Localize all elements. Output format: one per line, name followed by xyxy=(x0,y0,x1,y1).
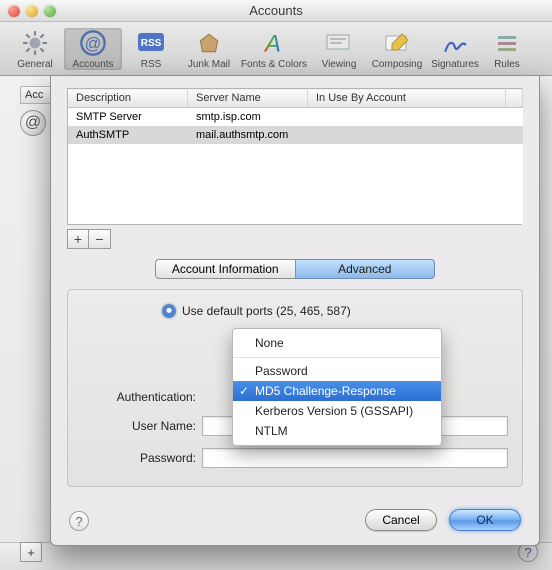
toolbar-item-label: General xyxy=(6,59,64,70)
account-add-remove: + xyxy=(20,542,42,562)
toolbar-item-rss[interactable]: RSS RSS xyxy=(122,28,180,70)
toolbar-item-label: RSS xyxy=(122,59,180,70)
authentication-label: Authentication: xyxy=(82,390,202,404)
server-add-button[interactable]: + xyxy=(67,229,89,249)
password-row: Password: xyxy=(82,448,508,468)
col-description[interactable]: Description xyxy=(68,89,188,108)
toolbar-item-label: Signatures xyxy=(426,59,484,70)
signatures-icon xyxy=(426,28,484,58)
radio-selected-icon[interactable] xyxy=(162,304,176,318)
account-avatar-icon[interactable]: @ xyxy=(20,110,46,136)
viewing-icon xyxy=(310,28,368,58)
minimize-icon[interactable] xyxy=(26,5,38,17)
toolbar-item-accounts[interactable]: @ Accounts xyxy=(64,28,122,70)
svg-text:A: A xyxy=(263,30,281,55)
auth-option-none[interactable]: None xyxy=(233,333,441,353)
auth-option-password[interactable]: Password xyxy=(233,357,441,381)
table-row[interactable]: SMTP Server smtp.isp.com xyxy=(68,108,523,127)
toolbar-item-label: Accounts xyxy=(64,59,122,70)
rules-icon xyxy=(484,28,530,58)
ports-label: Use default ports (25, 465, 587) xyxy=(182,304,351,318)
toolbar-item-fonts[interactable]: A Fonts & Colors xyxy=(238,28,310,70)
toolbar-item-label: Composing xyxy=(368,59,426,70)
toolbar-item-label: Viewing xyxy=(310,59,368,70)
auth-option-md5[interactable]: MD5 Challenge-Response xyxy=(233,381,441,401)
toolbar-item-label: Junk Mail xyxy=(180,59,238,70)
sheet-tabs: Account Information Advanced xyxy=(155,259,435,279)
smtp-server-table[interactable]: Description Server Name In Use By Accoun… xyxy=(67,88,523,225)
gear-icon xyxy=(6,28,64,58)
authentication-dropdown[interactable]: None Password MD5 Challenge-Response Ker… xyxy=(232,328,442,446)
table-row[interactable]: AuthSMTP mail.authsmtp.com xyxy=(68,126,523,144)
zoom-icon[interactable] xyxy=(44,5,56,17)
password-field[interactable] xyxy=(202,448,508,468)
auth-option-kerberos[interactable]: Kerberos Version 5 (GSSAPI) xyxy=(233,401,441,421)
window-title: Accounts xyxy=(0,3,552,18)
ok-button[interactable]: OK xyxy=(449,509,521,531)
sheet-help-button[interactable]: ? xyxy=(69,511,89,531)
account-add-button[interactable]: + xyxy=(20,542,42,562)
smtp-server-sheet: Description Server Name In Use By Accoun… xyxy=(50,76,540,546)
advanced-form: Use default ports (25, 465, 587) None Pa… xyxy=(67,289,523,487)
fonts-icon: A xyxy=(238,28,310,58)
password-label: Password: xyxy=(82,451,202,465)
toolbar-item-label: Fonts & Colors xyxy=(238,59,310,70)
composing-icon xyxy=(368,28,426,58)
tab-advanced[interactable]: Advanced xyxy=(296,259,436,279)
at-icon: @ xyxy=(64,28,122,58)
toolbar-item-rules[interactable]: Rules xyxy=(484,28,530,70)
toolbar-item-signatures[interactable]: Signatures xyxy=(426,28,484,70)
toolbar-item-junk[interactable]: Junk Mail xyxy=(180,28,238,70)
col-inuse[interactable]: In Use By Account xyxy=(308,89,506,108)
toolbar-item-viewing[interactable]: Viewing xyxy=(310,28,368,70)
footer-bar xyxy=(0,542,552,570)
server-add-remove: + − xyxy=(67,229,523,249)
window-titlebar: Accounts xyxy=(0,0,552,22)
traffic-lights xyxy=(8,5,56,17)
tab-account-information[interactable]: Account Information xyxy=(155,259,296,279)
table-empty xyxy=(68,144,523,224)
svg-text:RSS: RSS xyxy=(141,38,162,49)
rss-icon: RSS xyxy=(122,28,180,58)
svg-text:@: @ xyxy=(85,34,102,52)
col-extra xyxy=(506,89,523,108)
preferences-toolbar: General @ Accounts RSS RSS Junk Mail A F… xyxy=(0,22,552,76)
ports-radio-row[interactable]: Use default ports (25, 465, 587) xyxy=(162,304,508,318)
username-label: User Name: xyxy=(82,419,202,433)
sheet-button-row: Cancel OK xyxy=(365,509,521,531)
auth-option-ntlm[interactable]: NTLM xyxy=(233,421,441,441)
close-icon[interactable] xyxy=(8,5,20,17)
server-remove-button[interactable]: − xyxy=(89,229,111,249)
junk-icon xyxy=(180,28,238,58)
toolbar-item-label: Rules xyxy=(484,59,530,70)
toolbar-item-general[interactable]: General xyxy=(6,28,64,70)
col-server[interactable]: Server Name xyxy=(188,89,308,108)
cancel-button[interactable]: Cancel xyxy=(365,509,437,531)
toolbar-item-composing[interactable]: Composing xyxy=(368,28,426,70)
